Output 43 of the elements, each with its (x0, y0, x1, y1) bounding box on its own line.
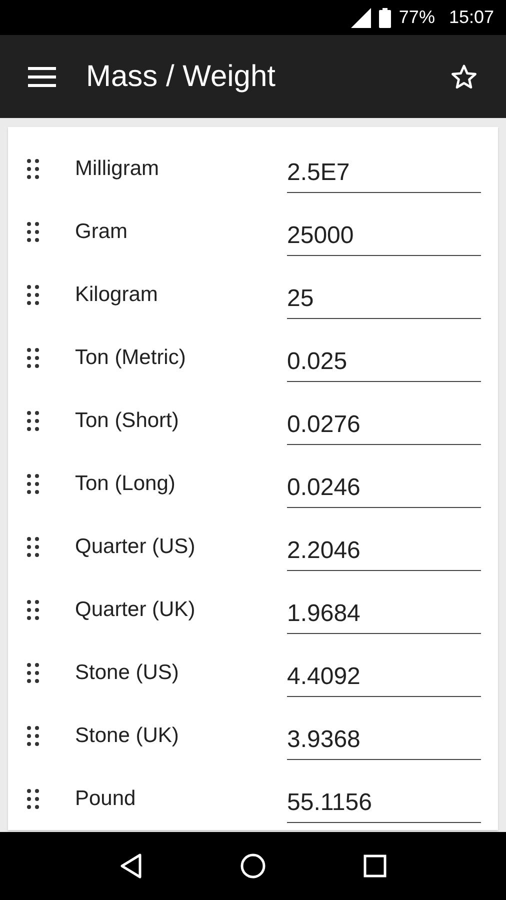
drag-handle-icon[interactable] (27, 410, 39, 430)
unit-name: Ton (Metric) (75, 346, 187, 370)
clock: 15:07 (448, 7, 494, 28)
drag-handle-icon[interactable] (27, 788, 39, 808)
battery-percent: 77% (398, 7, 435, 28)
value-field[interactable]: 25 (287, 280, 481, 318)
unit-name: Kilogram (75, 282, 159, 306)
drag-handle-icon[interactable] (27, 726, 39, 746)
unit-name: Stone (UK) (75, 724, 180, 748)
unit-name: Gram (75, 220, 128, 244)
drag-handle-icon[interactable] (27, 474, 39, 494)
value-field[interactable]: 25000 (287, 218, 481, 256)
value-field[interactable]: 3.9368 (287, 722, 481, 760)
screen-title: Mass / Weight (86, 60, 277, 94)
drag-handle-icon[interactable] (27, 284, 39, 304)
back-icon[interactable] (118, 853, 143, 879)
value-field[interactable]: 2.2046 (287, 532, 481, 570)
unit-name: Ton (Short) (75, 408, 180, 432)
unit-name: Quarter (UK) (75, 598, 196, 622)
drag-handle-icon[interactable] (27, 158, 39, 178)
drag-handle-icon[interactable] (27, 662, 39, 682)
unit-name: Pound (75, 786, 137, 810)
value-field[interactable]: 0.0276 (287, 406, 481, 444)
home-icon[interactable] (240, 853, 266, 879)
value-field[interactable]: 0.025 (287, 344, 481, 382)
value-field[interactable]: 55.1156 (287, 784, 481, 822)
unit-name: Ton (Long) (75, 472, 176, 496)
unit-name: Stone (US) (75, 660, 180, 684)
drag-handle-icon[interactable] (27, 222, 39, 242)
unit-name: Quarter (US) (75, 534, 196, 558)
battery-icon (378, 8, 391, 28)
drag-handle-icon[interactable] (27, 536, 39, 556)
value-field[interactable]: 0.0246 (287, 470, 481, 508)
value-field[interactable]: 4.4092 (287, 658, 481, 696)
unit-name: Milligram (75, 156, 160, 180)
value-field[interactable]: 2.5E7 (287, 154, 481, 192)
star-icon[interactable] (450, 62, 478, 90)
signal-icon (350, 8, 371, 28)
value-field[interactable]: 1.9684 (287, 596, 481, 634)
drag-handle-icon[interactable] (27, 600, 39, 620)
recents-icon[interactable] (363, 854, 388, 878)
drag-handle-icon[interactable] (27, 348, 39, 368)
menu-icon[interactable] (28, 66, 56, 86)
